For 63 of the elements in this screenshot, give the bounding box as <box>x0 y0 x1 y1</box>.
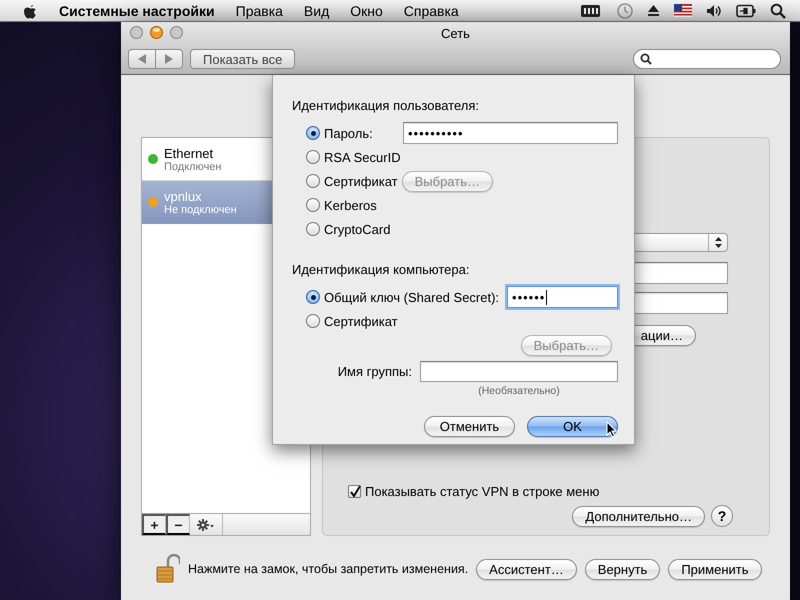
app-menu[interactable]: Системные настройки <box>59 2 215 18</box>
radio-button[interactable] <box>306 150 320 164</box>
radio-label: RSA SecurID <box>324 150 401 164</box>
radio-button[interactable] <box>306 174 320 188</box>
radio-button[interactable] <box>306 290 320 304</box>
checkbox-label: Показывать статус VPN в строке меню <box>365 484 600 499</box>
shared-secret-field[interactable]: •••••• <box>507 286 618 308</box>
window-title: Сеть <box>441 26 470 40</box>
service-status: Не подключен <box>164 204 237 216</box>
lock-message: Нажмите на замок, чтобы запретить изменения. <box>188 562 468 576</box>
eject-icon[interactable] <box>647 4 660 17</box>
menu-item[interactable]: Вид <box>304 2 330 18</box>
radio-label: CryptoCard <box>324 222 390 236</box>
battery-plug-icon[interactable] <box>736 4 756 18</box>
assistant-button[interactable]: Ассистент… <box>476 558 577 580</box>
flag-icon[interactable] <box>674 4 692 17</box>
revert-button[interactable]: Вернуть <box>584 558 660 580</box>
cancel-button[interactable]: Отменить <box>424 416 515 437</box>
show-all-button[interactable]: Показать все <box>190 49 296 69</box>
battery-menu-icon[interactable] <box>580 4 602 18</box>
radio-label: Сертификат <box>324 174 398 188</box>
radio-button[interactable] <box>306 198 320 212</box>
radio-label: Сертификат <box>324 314 398 328</box>
volume-icon[interactable] <box>706 4 722 18</box>
radio-button[interactable] <box>306 314 320 328</box>
section-heading: Идентификация пользователя: <box>292 96 480 115</box>
search-field[interactable] <box>633 49 781 69</box>
radio-button[interactable] <box>306 126 320 140</box>
service-name: vpnlux <box>164 188 203 204</box>
forward-icon <box>165 54 173 64</box>
radio-label: Kerberos <box>324 198 377 212</box>
radio-label: Пароль: <box>324 126 374 140</box>
remove-button[interactable]: − <box>166 514 190 535</box>
search-icon <box>640 53 652 65</box>
checkbox[interactable] <box>348 485 361 498</box>
service-status: Подключен <box>164 160 222 172</box>
menu-item[interactable]: Окно <box>350 2 383 18</box>
cursor-icon <box>606 421 618 438</box>
gear-caret-icon <box>197 518 215 530</box>
radio-button[interactable] <box>306 222 320 236</box>
advanced-button[interactable]: Дополнительно… <box>572 506 705 526</box>
radio-label: Общий ключ (Shared Secret): <box>324 290 500 304</box>
service-name: Ethernet <box>164 146 214 160</box>
password-field[interactable]: •••••••••• <box>403 122 618 144</box>
menu-item[interactable]: Справка <box>404 2 459 18</box>
checkmark-icon <box>348 486 360 498</box>
add-button[interactable]: + <box>142 514 166 535</box>
optional-hint: (Необязательно) <box>477 385 561 397</box>
group-name-field[interactable] <box>420 361 618 382</box>
help-button[interactable]: ? <box>711 505 733 527</box>
window-control-icon[interactable] <box>150 26 163 39</box>
menu-item[interactable]: Правка <box>236 2 283 18</box>
up-down-arrows-icon <box>714 237 722 248</box>
clock-icon[interactable] <box>616 2 633 19</box>
window-control-icon[interactable] <box>130 26 143 39</box>
section-heading: Идентификация компьютера: <box>292 260 470 279</box>
lock-icon[interactable] <box>156 554 180 584</box>
back-icon <box>138 54 146 64</box>
group-name-label: Имя группы: <box>336 364 412 379</box>
ok-button[interactable]: OK <box>527 416 618 437</box>
apply-button[interactable]: Применить <box>668 558 762 580</box>
search-icon[interactable] <box>770 2 786 18</box>
window-control-icon[interactable] <box>170 26 183 39</box>
